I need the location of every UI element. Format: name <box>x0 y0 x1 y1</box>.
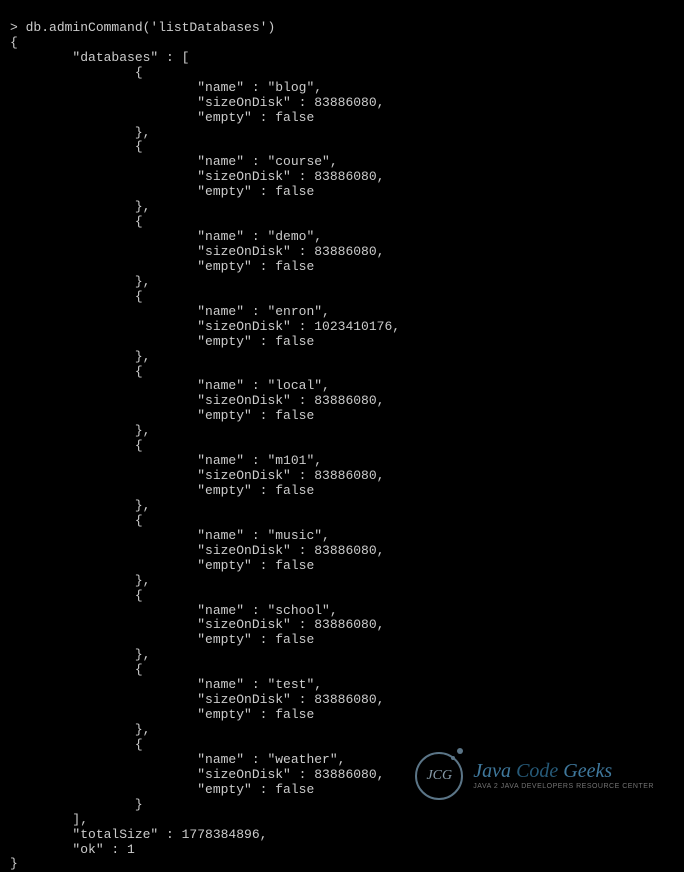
watermark-main-text: Java Code Geeks <box>473 761 654 781</box>
watermark-sub-text: Java 2 Java Developers Resource Center <box>473 783 654 791</box>
command-text: db.adminCommand('listDatabases') <box>26 20 276 35</box>
databases-key: "databases" : [ <box>10 50 189 65</box>
close-brace: } <box>10 856 18 871</box>
watermark-logo-text: JCG <box>426 768 452 784</box>
prompt-char: > <box>10 20 26 35</box>
watermark: JCG Java Code Geeks Java 2 Java Develope… <box>415 752 654 800</box>
open-brace: { <box>10 35 18 50</box>
total-size-line: "totalSize" : 1778384896, <box>10 827 267 842</box>
database-list: { "name" : "blog", "sizeOnDisk" : 838860… <box>10 66 674 813</box>
terminal-output: > db.adminCommand('listDatabases') { "da… <box>10 6 674 872</box>
array-close: ], <box>10 812 88 827</box>
ok-line: "ok" : 1 <box>10 842 135 857</box>
watermark-text: Java Code Geeks Java 2 Java Developers R… <box>473 761 654 791</box>
watermark-logo-icon: JCG <box>415 752 463 800</box>
